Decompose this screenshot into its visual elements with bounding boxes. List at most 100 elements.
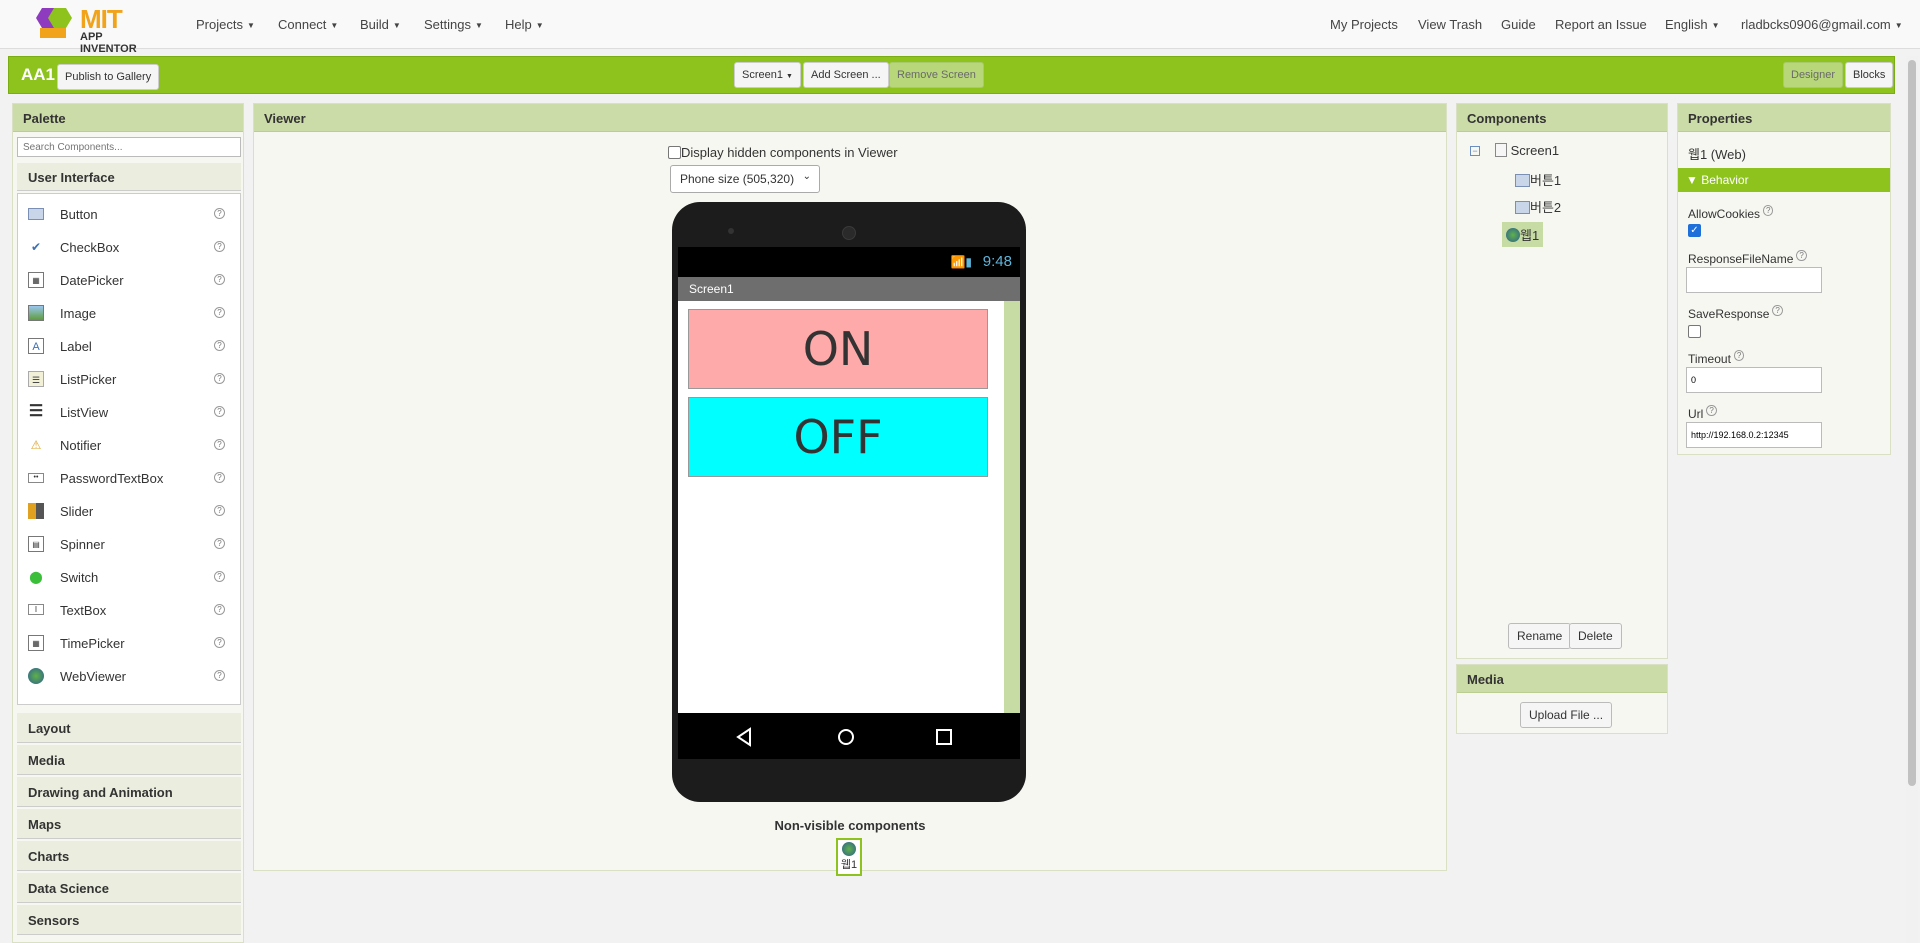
help-icon[interactable]: ? xyxy=(1706,405,1717,416)
help-icon[interactable]: ? xyxy=(214,340,225,351)
rename-button[interactable]: Rename xyxy=(1508,623,1572,649)
timeout-input[interactable] xyxy=(1686,367,1822,393)
palette-item-spinner[interactable]: ▤ Spinner? xyxy=(18,527,240,560)
help-icon[interactable]: ? xyxy=(214,208,225,219)
category-layout[interactable]: Layout xyxy=(17,713,241,743)
remove-screen-button[interactable]: Remove Screen xyxy=(889,62,984,88)
palette-item-passwordtextbox[interactable]: •• PasswordTextBox? xyxy=(18,461,240,494)
help-icon[interactable]: ? xyxy=(214,274,225,285)
palette-item-datepicker[interactable]: ▦ DatePicker? xyxy=(18,263,240,296)
palette-item-listpicker[interactable]: ☰ ListPicker? xyxy=(18,362,240,395)
tree-item-button2[interactable]: 버튼2 xyxy=(1515,197,1561,216)
menu-account[interactable]: rladbcks0906@gmail.com ▼ xyxy=(1741,17,1903,32)
warning-icon: ⚠ xyxy=(30,438,42,452)
link-report-issue[interactable]: Report an Issue xyxy=(1555,17,1647,32)
display-hidden-checkbox[interactable]: Display hidden components in Viewer xyxy=(668,145,898,160)
link-my-projects[interactable]: My Projects xyxy=(1330,17,1398,32)
screen-select-dropdown[interactable]: Screen1 ▼ xyxy=(734,62,801,88)
menu-help[interactable]: Help ▼ xyxy=(505,17,544,32)
category-sensors[interactable]: Sensors xyxy=(17,905,241,935)
phone-status-bar: 📶▮ 9:48 xyxy=(678,247,1020,277)
palette-item-image[interactable]: Image? xyxy=(18,296,240,329)
help-icon[interactable]: ? xyxy=(1763,205,1774,216)
checkbox-unchecked-icon[interactable] xyxy=(668,146,681,159)
responsefilename-input[interactable] xyxy=(1686,267,1822,293)
palette-item-label[interactable]: A Label? xyxy=(18,329,240,362)
palette-item-checkbox[interactable]: ✔ CheckBox? xyxy=(18,230,240,263)
tree-item-web1[interactable]: 웹1 xyxy=(1502,222,1544,247)
palette-item-listview[interactable]: ☰ ListView? xyxy=(18,395,240,428)
menu-language[interactable]: English ▼ xyxy=(1665,17,1720,32)
palette-item-button[interactable]: Button? xyxy=(18,197,240,230)
help-icon[interactable]: ? xyxy=(214,373,225,384)
help-icon[interactable]: ? xyxy=(1772,305,1783,316)
help-icon[interactable]: ? xyxy=(214,604,225,615)
upload-file-button[interactable]: Upload File ... xyxy=(1520,702,1613,728)
url-input[interactable] xyxy=(1686,422,1822,448)
help-icon[interactable]: ? xyxy=(214,472,225,483)
help-icon[interactable]: ? xyxy=(1733,350,1745,361)
link-view-trash[interactable]: View Trash xyxy=(1418,17,1482,32)
palette-item-webviewer[interactable]: WebViewer? xyxy=(18,659,240,692)
designer-button[interactable]: Designer xyxy=(1783,62,1844,88)
help-icon[interactable]: ? xyxy=(214,307,225,318)
help-icon[interactable]: ? xyxy=(214,670,225,681)
nonvisible-components-title: Non-visible components xyxy=(774,818,926,833)
category-drawing-animation[interactable]: Drawing and Animation xyxy=(17,777,241,807)
page-scrollbar[interactable] xyxy=(1906,56,1918,943)
saveresponse-checkbox[interactable] xyxy=(1688,325,1701,338)
palette-item-switch[interactable]: ⬤ Switch? xyxy=(18,560,240,593)
palette-item-timepicker[interactable]: ▦ TimePicker? xyxy=(18,626,240,659)
off-button[interactable]: OFF xyxy=(688,397,988,477)
palette-item-textbox[interactable]: I TextBox? xyxy=(18,593,240,626)
tree-item-button1[interactable]: 버튼1 xyxy=(1515,170,1561,189)
nonvisible-web-component[interactable]: 웹1 xyxy=(836,838,862,876)
palette-item-slider[interactable]: Slider? xyxy=(18,494,240,527)
palette-item-notifier[interactable]: ⚠ Notifier? xyxy=(18,428,240,461)
category-media[interactable]: Media xyxy=(17,745,241,775)
help-icon[interactable]: ? xyxy=(214,505,225,516)
help-icon[interactable]: ? xyxy=(214,538,225,549)
screen-title-bar: Screen1 xyxy=(678,277,1020,301)
signal-icon: 📶▮ xyxy=(950,255,972,269)
help-icon[interactable]: ? xyxy=(214,637,225,648)
allowcookies-checkbox[interactable]: ✓ xyxy=(1688,224,1701,237)
textbox-icon: I xyxy=(28,604,44,615)
delete-button[interactable]: Delete xyxy=(1569,623,1622,649)
home-icon xyxy=(838,729,854,745)
phone-sensor-icon xyxy=(728,228,734,234)
menu-connect[interactable]: Connect ▼ xyxy=(278,17,338,32)
help-icon[interactable]: ? xyxy=(214,406,225,417)
category-maps[interactable]: Maps xyxy=(17,809,241,839)
globe-icon xyxy=(1506,228,1520,242)
top-navbar: MIT APP INVENTOR Projects ▼ Connect ▼ Buil… xyxy=(0,0,1920,55)
add-screen-button[interactable]: Add Screen ... xyxy=(803,62,889,88)
phone-screen: ON OFF xyxy=(678,301,1020,713)
help-icon[interactable]: ? xyxy=(1796,250,1807,261)
menu-settings[interactable]: Settings ▼ xyxy=(424,17,483,32)
category-charts[interactable]: Charts xyxy=(17,841,241,871)
search-components-input[interactable] xyxy=(17,137,241,157)
help-icon[interactable]: ? xyxy=(214,241,225,252)
slider-icon xyxy=(28,503,44,519)
scrollbar-thumb[interactable] xyxy=(1908,60,1916,786)
tree-item-screen1[interactable]: Screen1 xyxy=(1495,143,1559,158)
menu-build[interactable]: Build ▼ xyxy=(360,17,401,32)
behavior-group-header[interactable]: ▼ Behavior xyxy=(1678,168,1890,192)
on-button[interactable]: ON xyxy=(688,309,988,389)
app-inventor-logo[interactable]: MIT APP INVENTOR xyxy=(32,4,162,55)
category-user-interface[interactable]: User Interface xyxy=(17,163,241,191)
collapse-icon[interactable]: − xyxy=(1470,146,1480,156)
help-icon[interactable]: ? xyxy=(214,571,225,582)
phone-size-select[interactable]: Phone size (505,320) ⌄ xyxy=(670,165,820,193)
category-data-science[interactable]: Data Science xyxy=(17,873,241,903)
help-icon[interactable]: ? xyxy=(214,439,225,450)
screen-scrollbar xyxy=(1004,301,1020,713)
screen-icon xyxy=(1495,143,1507,157)
responsefilename-label: ResponseFileName? xyxy=(1688,250,1807,266)
link-guide[interactable]: Guide xyxy=(1501,17,1536,32)
menu-projects[interactable]: Projects ▼ xyxy=(196,17,255,32)
publish-to-gallery-button[interactable]: Publish to Gallery xyxy=(57,64,160,90)
status-time: 9:48 xyxy=(982,253,1012,270)
blocks-button[interactable]: Blocks xyxy=(1845,62,1894,88)
